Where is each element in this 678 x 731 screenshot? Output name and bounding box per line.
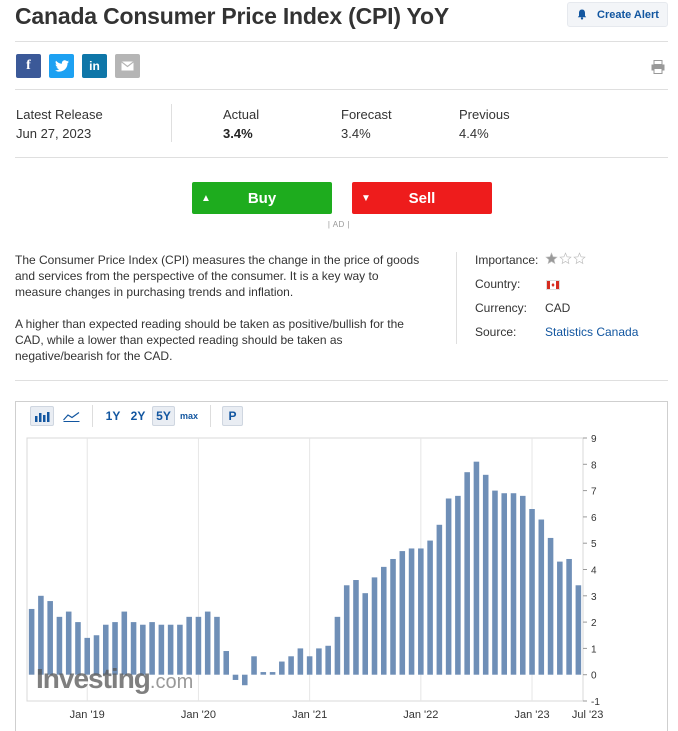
twitter-share-button[interactable] bbox=[49, 54, 74, 78]
actual-value: 3.4% bbox=[223, 126, 253, 141]
star-empty-icon bbox=[573, 252, 586, 265]
currency-value: CAD bbox=[545, 301, 571, 315]
description-paragraph: The Consumer Price Index (CPI) measures … bbox=[15, 253, 420, 299]
divider bbox=[15, 89, 668, 90]
facebook-share-button[interactable]: f bbox=[16, 54, 41, 78]
page-title: Canada Consumer Price Index (CPI) YoY bbox=[15, 3, 449, 29]
star-filled-icon bbox=[545, 252, 558, 265]
print-icon[interactable] bbox=[651, 60, 665, 74]
linkedin-icon: in bbox=[89, 59, 100, 73]
previous-value: 4.4% bbox=[459, 126, 489, 141]
facebook-icon: f bbox=[26, 58, 31, 73]
divider bbox=[15, 380, 668, 381]
area-chart-icon bbox=[62, 411, 79, 422]
buy-button[interactable]: ▲ Buy bbox=[192, 182, 332, 214]
forecast-label: Forecast bbox=[341, 107, 392, 122]
twitter-icon bbox=[54, 60, 69, 72]
indicator-description: The Consumer Price Index (CPI) measures … bbox=[15, 252, 425, 364]
watermark-suffix: .com bbox=[149, 671, 194, 693]
source-link[interactable]: Statistics Canada bbox=[545, 325, 638, 339]
ad-label: | AD | bbox=[327, 220, 351, 229]
source-label: Source: bbox=[475, 325, 517, 339]
description-paragraph: A higher than expected reading should be… bbox=[15, 317, 404, 363]
divider bbox=[15, 157, 668, 158]
bar-chart-icon bbox=[35, 411, 50, 422]
range-max-button[interactable]: max bbox=[178, 406, 200, 426]
watermark-text: Investing bbox=[36, 663, 151, 694]
envelope-icon bbox=[121, 61, 134, 71]
range-2y-button[interactable]: 2Y bbox=[127, 406, 149, 426]
divider bbox=[92, 405, 93, 427]
email-share-button[interactable] bbox=[115, 54, 140, 78]
divider bbox=[15, 41, 668, 42]
investing-watermark-logo: Investing.com bbox=[36, 663, 193, 695]
create-alert-button[interactable]: Create Alert bbox=[567, 2, 668, 27]
divider bbox=[456, 252, 457, 344]
sell-label: Sell bbox=[408, 189, 436, 207]
range-5y-button[interactable]: 5Y bbox=[152, 406, 175, 426]
sell-button[interactable]: ▼ Sell bbox=[352, 182, 492, 214]
divider bbox=[210, 405, 211, 427]
importance-stars bbox=[545, 252, 586, 265]
arrow-down-icon: ▼ bbox=[361, 192, 371, 204]
country-label: Country: bbox=[475, 277, 521, 291]
divider bbox=[171, 104, 172, 142]
arrow-up-icon: ▲ bbox=[201, 192, 211, 204]
bar-chart-toggle[interactable] bbox=[30, 406, 54, 426]
currency-label: Currency: bbox=[475, 301, 528, 315]
linkedin-share-button[interactable]: in bbox=[82, 54, 107, 78]
p-toggle-button[interactable]: P bbox=[222, 406, 243, 426]
forecast-value: 3.4% bbox=[341, 126, 371, 141]
latest-release-date: Jun 27, 2023 bbox=[16, 126, 92, 141]
star-empty-icon bbox=[559, 252, 572, 265]
canada-flag-icon: ♦ bbox=[546, 280, 560, 290]
previous-label: Previous bbox=[459, 107, 510, 122]
line-chart-toggle[interactable] bbox=[59, 406, 83, 426]
importance-label: Importance: bbox=[475, 253, 539, 267]
actual-label: Actual bbox=[223, 107, 260, 122]
range-1y-button[interactable]: 1Y bbox=[102, 406, 124, 426]
create-alert-label: Create Alert bbox=[597, 8, 659, 21]
buy-label: Buy bbox=[247, 189, 277, 207]
latest-release-label: Latest Release bbox=[16, 107, 103, 122]
bell-icon bbox=[577, 9, 587, 20]
